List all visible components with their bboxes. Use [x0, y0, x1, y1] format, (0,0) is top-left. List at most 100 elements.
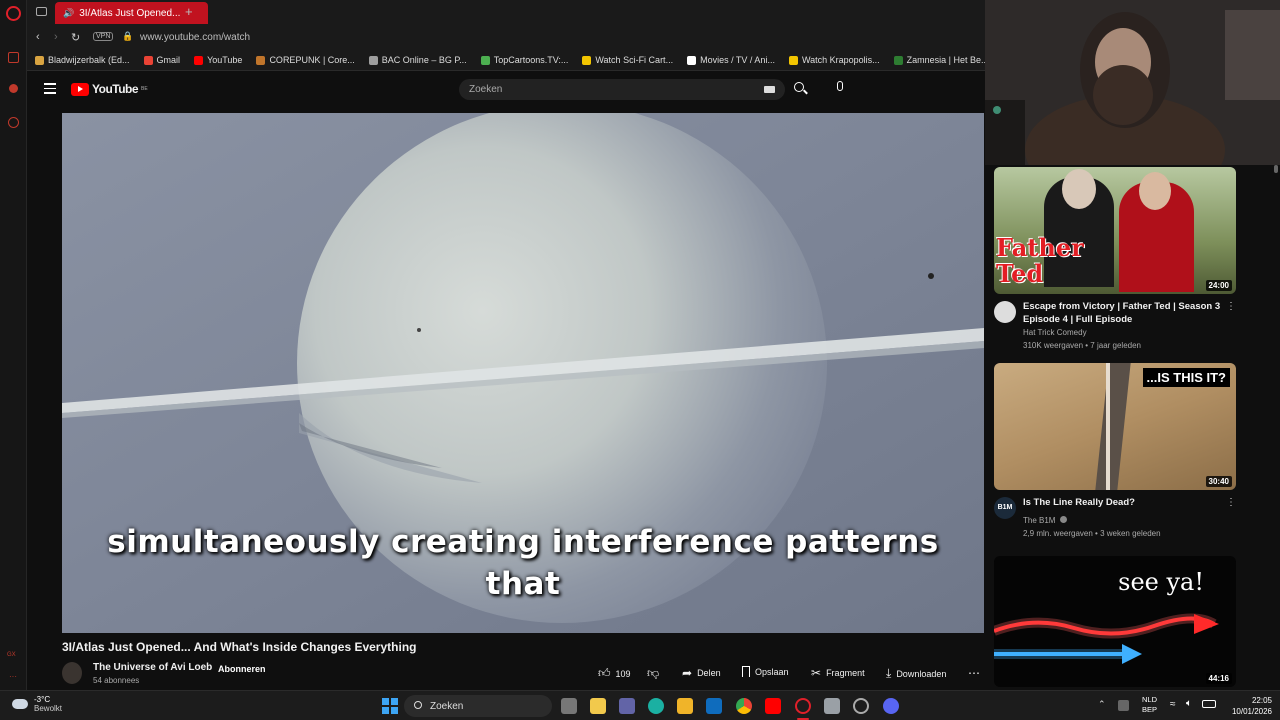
- weather-widget[interactable]: -3°C Bewolkt: [12, 695, 62, 713]
- windows-start-icon[interactable]: [382, 698, 398, 714]
- scrollbar[interactable]: [1274, 165, 1278, 173]
- history-icon[interactable]: [8, 117, 19, 128]
- teams-icon[interactable]: [619, 698, 635, 714]
- outlook-icon[interactable]: [706, 698, 722, 714]
- recommendation-item[interactable]: Father Ted 24:00 Escape from Victory | F…: [994, 167, 1236, 350]
- clock[interactable]: 22:05 10/01/2026: [1222, 695, 1272, 717]
- file-explorer-icon[interactable]: [677, 698, 693, 714]
- discord-icon[interactable]: [883, 698, 899, 714]
- tab-bar: 🔊 3I/Atlas Just Opened... +: [27, 0, 985, 26]
- reload-icon[interactable]: ↻: [71, 31, 80, 44]
- video-title: 3I/Atlas Just Opened... And What's Insid…: [62, 640, 417, 654]
- recommendation-item[interactable]: ...IS THIS IT? 30:40 B1M Is The Line Rea…: [994, 363, 1236, 538]
- download-icon: ⤓: [886, 666, 892, 680]
- bookmark-item[interactable]: Gmail: [143, 55, 180, 65]
- download-button[interactable]: ⤓ Downloaden: [886, 666, 946, 681]
- calendar-app-icon[interactable]: [590, 698, 606, 714]
- thumbs-up-icon: 👍︎: [598, 666, 611, 680]
- youtube-header: YouTube BE Zoeken: [27, 71, 985, 109]
- bookmark-item[interactable]: YouTube: [194, 55, 242, 65]
- tab-overview-icon[interactable]: [36, 7, 47, 16]
- bookmark-label: Zamnesia | Het Be...: [906, 55, 985, 65]
- bookmark-item[interactable]: Bladwijzerbalk (Ed...: [35, 55, 130, 65]
- bookmark-favicon-icon: [143, 55, 153, 65]
- microphone-icon[interactable]: [837, 81, 843, 91]
- recommendation-title[interactable]: Is The Line Really Dead?: [1023, 496, 1223, 509]
- channel-avatar[interactable]: B1M: [994, 497, 1016, 519]
- forward-icon[interactable]: ›: [54, 31, 58, 43]
- vpn-badge[interactable]: VPN: [93, 32, 114, 41]
- messenger-icon[interactable]: [9, 84, 18, 93]
- channel-avatar[interactable]: [994, 301, 1016, 323]
- youtube-app-icon[interactable]: [765, 698, 781, 714]
- bookmark-item[interactable]: COREPUNK | Core...: [256, 55, 355, 65]
- bookmark-icon: [742, 666, 750, 677]
- volume-icon[interactable]: 🔈︎: [1186, 698, 1192, 709]
- subscribe-button[interactable]: Abonneren: [218, 664, 266, 674]
- url-field[interactable]: www.youtube.com/watch: [140, 32, 250, 43]
- settings-icon[interactable]: [853, 698, 869, 714]
- bookmark-item[interactable]: Movies / TV / Ani...: [687, 55, 775, 65]
- calculator-icon[interactable]: [824, 698, 840, 714]
- bookmark-item[interactable]: Watch Sci-Fi Cart...: [582, 55, 673, 65]
- tray-chevron-icon[interactable]: ⌃: [1098, 699, 1106, 710]
- opera-logo-icon[interactable]: [6, 6, 21, 21]
- bookmark-item[interactable]: TopCartoons.TV:...: [480, 55, 568, 65]
- task-view-icon[interactable]: [561, 698, 577, 714]
- video-thumbnail[interactable]: Father Ted 24:00: [994, 167, 1236, 294]
- back-icon[interactable]: ‹: [36, 31, 40, 43]
- gx-label: GX: [7, 652, 16, 658]
- aria-icon[interactable]: [8, 52, 19, 63]
- bookmark-label: Watch Sci-Fi Cart...: [595, 55, 674, 65]
- more-actions-icon[interactable]: ⋯: [968, 666, 980, 680]
- bookmark-item[interactable]: Watch Krapopolis...: [788, 55, 880, 65]
- download-label: Downloaden: [896, 668, 947, 679]
- language-indicator[interactable]: NLD BEP: [1142, 695, 1157, 715]
- recommendation-channel[interactable]: The B1M: [1023, 516, 1067, 525]
- bookmark-item[interactable]: Zamnesia | Het Be...: [893, 55, 985, 65]
- more-icon[interactable]: ···: [9, 672, 17, 681]
- lock-icon[interactable]: 🔒: [122, 31, 133, 42]
- more-vert-icon[interactable]: ⋮: [1226, 301, 1236, 312]
- like-button[interactable]: 👍︎ 109: [598, 666, 631, 681]
- recommendation-item[interactable]: see ya! 44:16: [994, 556, 1236, 687]
- video-thumbnail[interactable]: ...IS THIS IT? 30:40: [994, 363, 1236, 490]
- dislike-button[interactable]: 👎︎: [647, 666, 659, 681]
- recommendation-title[interactable]: Escape from Victory | Father Ted | Seaso…: [1023, 300, 1223, 326]
- bookmark-item[interactable]: BAC Online – BG P...: [368, 55, 467, 65]
- battery-icon[interactable]: [1202, 700, 1216, 708]
- channel-name[interactable]: The Universe of Avi Loeb: [93, 662, 212, 673]
- share-button[interactable]: ➦ Delen: [682, 666, 721, 680]
- video-player[interactable]: simultaneously creating interference pat…: [62, 113, 984, 633]
- scissors-icon: ✂: [811, 666, 822, 680]
- clip-label: Fragment: [826, 668, 865, 678]
- new-tab-plus-icon[interactable]: +: [185, 4, 193, 19]
- keyboard-icon[interactable]: [764, 86, 775, 93]
- more-vert-icon[interactable]: ⋮: [1226, 497, 1236, 508]
- bookmark-favicon-icon: [480, 55, 490, 65]
- youtube-logo[interactable]: YouTube BE: [71, 82, 148, 96]
- wifi-icon[interactable]: ≈: [1170, 699, 1176, 710]
- speaker-icon[interactable]: 🔊: [63, 8, 74, 19]
- chrome-icon[interactable]: [736, 698, 752, 714]
- search-placeholder: Zoeken: [469, 84, 503, 95]
- youtube-logo-text: YouTube: [92, 82, 139, 96]
- clip-button[interactable]: ✂ Fragment: [811, 666, 865, 680]
- bookmark-label: BAC Online – BG P...: [381, 55, 467, 65]
- video-duration: 30:40: [1205, 476, 1232, 487]
- search-input[interactable]: Zoeken: [459, 79, 785, 100]
- edge-icon[interactable]: [648, 698, 664, 714]
- recommendation-meta: 2,9 mln. weergaven • 3 weken geleden: [1023, 529, 1161, 538]
- bookmark-favicon-icon: [788, 55, 798, 65]
- hamburger-menu-icon[interactable]: [44, 83, 56, 94]
- tray-app-icon[interactable]: [1118, 700, 1129, 711]
- recommendation-channel[interactable]: Hat Trick Comedy: [1023, 328, 1087, 337]
- opera-gx-icon[interactable]: [795, 698, 811, 714]
- taskbar-search-label: Zoeken: [430, 700, 464, 712]
- channel-avatar[interactable]: [62, 662, 82, 684]
- taskbar-search-input[interactable]: Zoeken: [404, 695, 552, 717]
- bookmark-favicon-icon: [893, 55, 903, 65]
- save-button[interactable]: Opslaan: [742, 666, 789, 677]
- video-thumbnail[interactable]: see ya! 44:16: [994, 556, 1236, 687]
- bookmark-label: Bladwijzerbalk (Ed...: [48, 55, 130, 65]
